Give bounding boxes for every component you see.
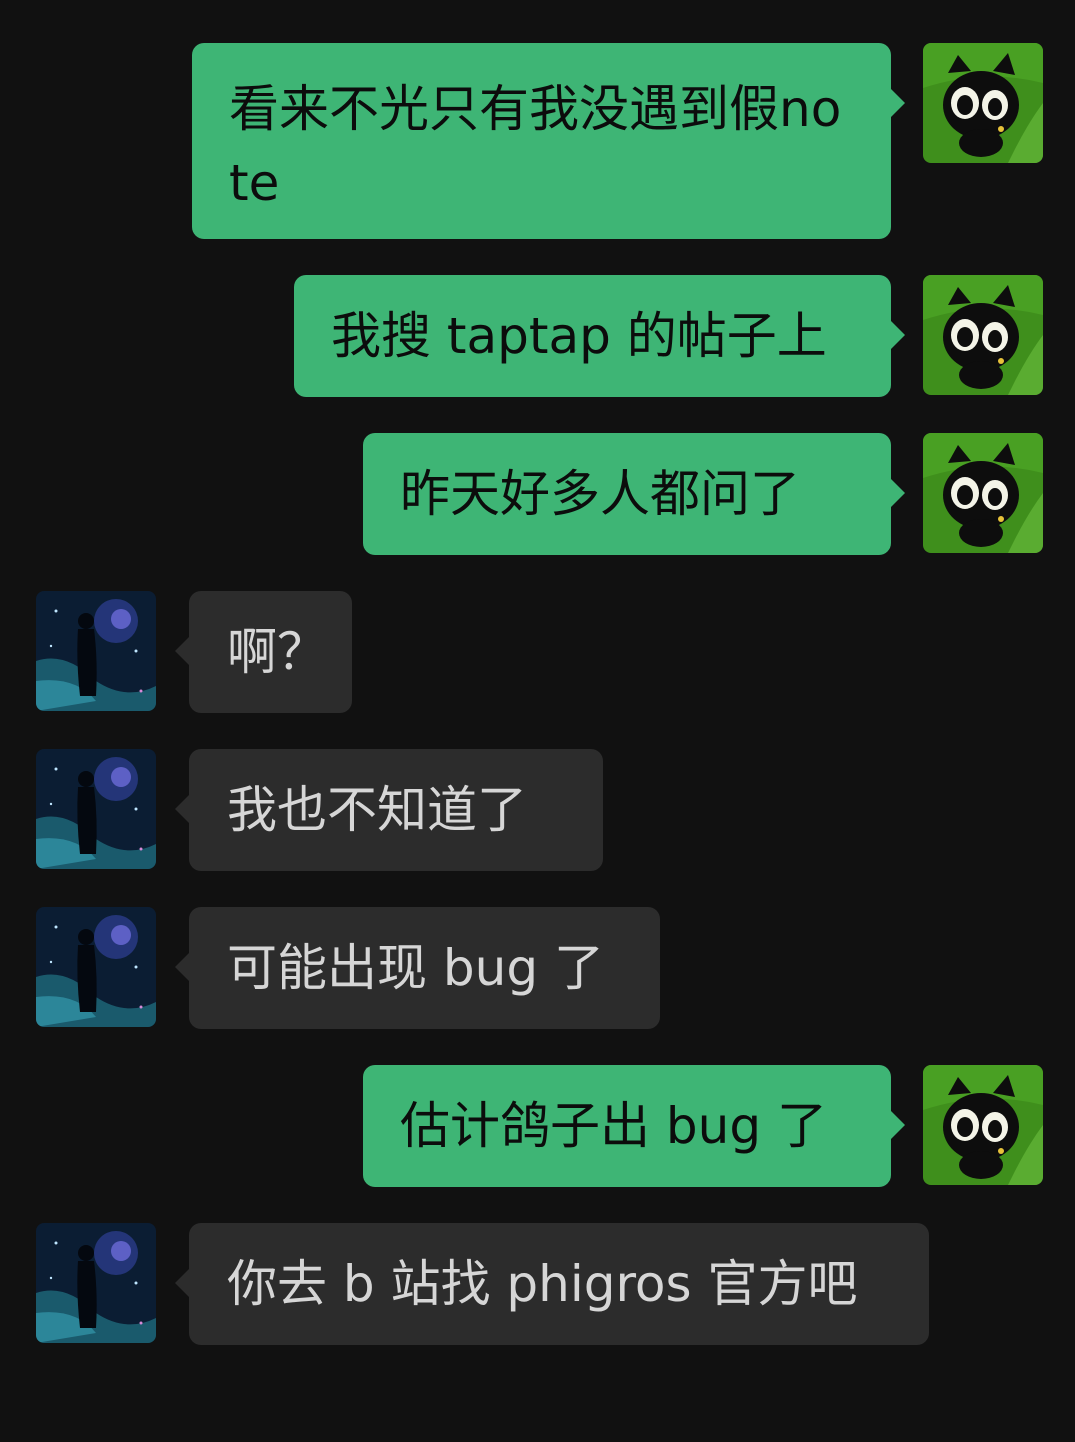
message-text: 估计鸽子出 bug 了: [400, 1097, 827, 1155]
message-bubble[interactable]: 啊？: [175, 591, 352, 713]
starry-silhouette-avatar-icon: [36, 591, 156, 711]
self-avatar[interactable]: [923, 275, 1043, 395]
black-cat-avatar-icon: [923, 1065, 1043, 1185]
black-cat-avatar-icon: [923, 433, 1043, 553]
self-avatar[interactable]: [923, 43, 1043, 163]
message-bubble[interactable]: 可能出现 bug 了: [175, 907, 660, 1029]
message-text: 可能出现 bug 了: [227, 939, 604, 997]
self-avatar[interactable]: [923, 433, 1043, 553]
starry-silhouette-avatar-icon: [36, 749, 156, 869]
message-text: 看来不光只有我没遇到假note: [229, 80, 842, 212]
message-text: 啊？: [227, 623, 327, 681]
starry-silhouette-avatar-icon: [36, 907, 156, 1027]
message-bubble[interactable]: 我搜 taptap 的帖子上: [294, 275, 905, 397]
message-bubble[interactable]: 你去 b 站找 phigros 官方吧: [175, 1223, 929, 1345]
chat-message-list[interactable]: 看来不光只有我没遇到假note 我搜 taptap 的帖子上 昨天好多人都问了 …: [0, 0, 1075, 1442]
black-cat-avatar-icon: [923, 43, 1043, 163]
message-bubble[interactable]: 昨天好多人都问了: [363, 433, 905, 555]
message-text: 我也不知道了: [227, 781, 527, 839]
starry-silhouette-avatar-icon: [36, 1223, 156, 1343]
message-text: 你去 b 站找 phigros 官方吧: [227, 1255, 858, 1313]
contact-avatar[interactable]: [36, 749, 156, 869]
contact-avatar[interactable]: [36, 907, 156, 1027]
message-bubble[interactable]: 我也不知道了: [175, 749, 603, 871]
contact-avatar[interactable]: [36, 591, 156, 711]
message-text: 我搜 taptap 的帖子上: [331, 307, 827, 365]
message-bubble[interactable]: 估计鸽子出 bug 了: [363, 1065, 905, 1187]
black-cat-avatar-icon: [923, 275, 1043, 395]
message-bubble[interactable]: 看来不光只有我没遇到假note: [192, 43, 905, 239]
message-text: 昨天好多人都问了: [400, 465, 800, 523]
self-avatar[interactable]: [923, 1065, 1043, 1185]
contact-avatar[interactable]: [36, 1223, 156, 1343]
